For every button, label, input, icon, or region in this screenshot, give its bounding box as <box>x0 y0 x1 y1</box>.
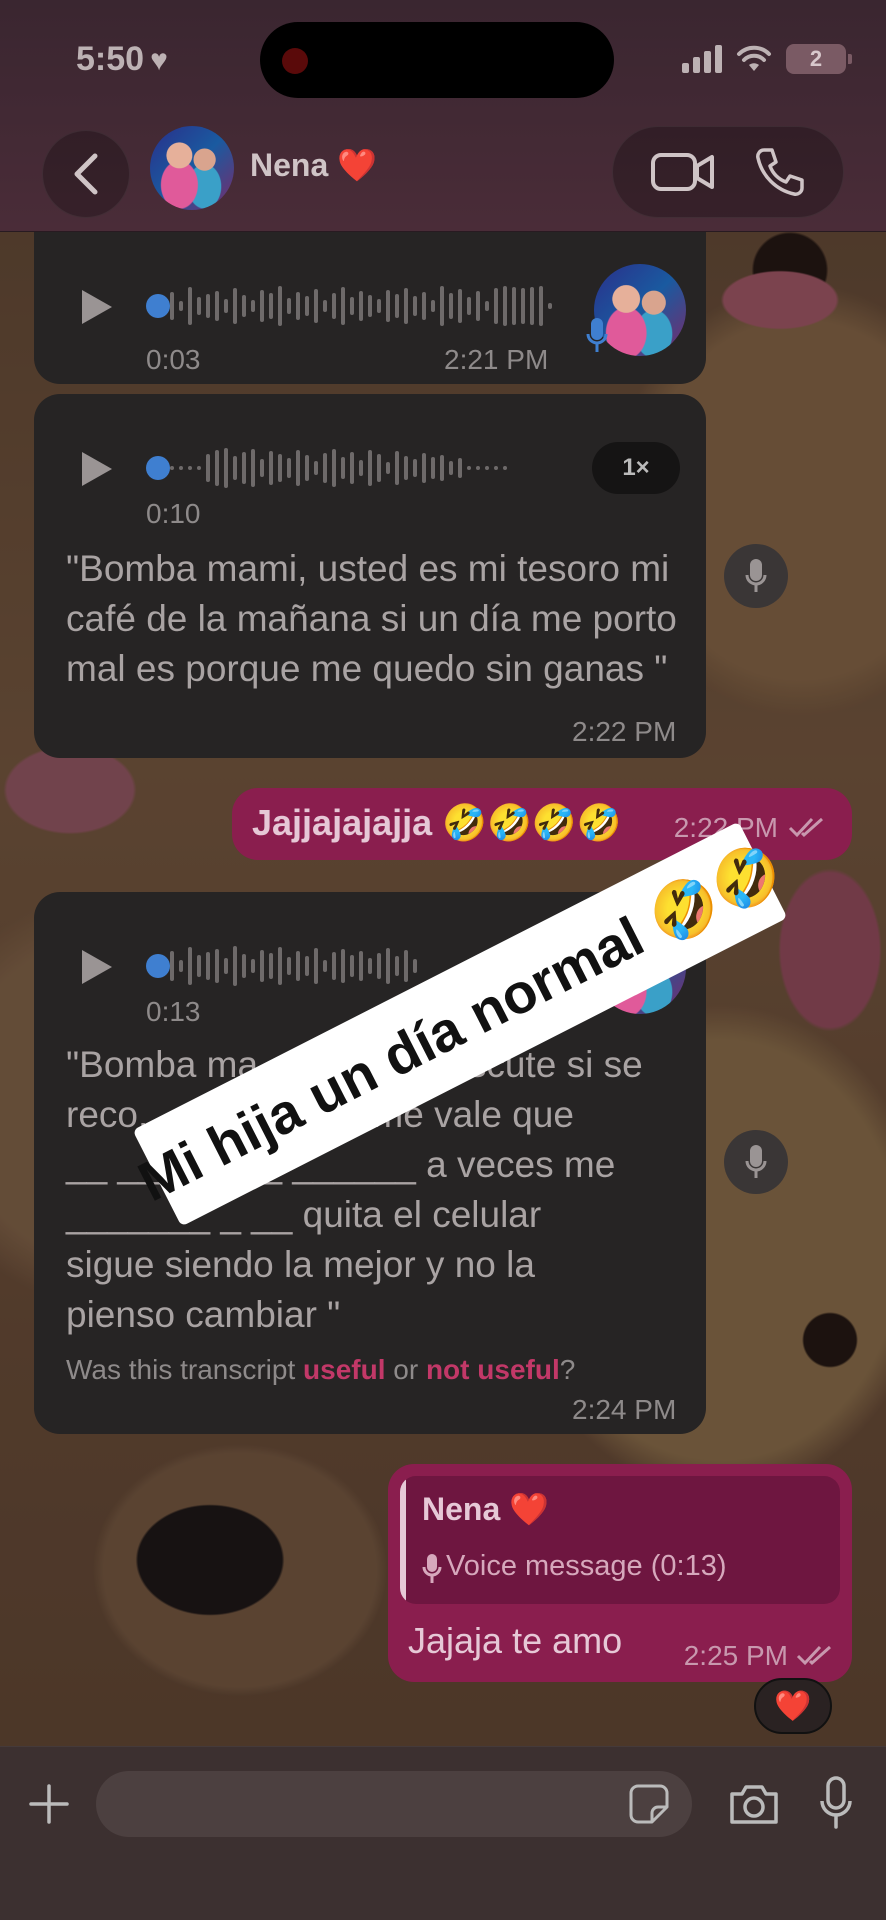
message-input[interactable] <box>96 1771 692 1837</box>
mic-icon <box>820 1776 852 1829</box>
battery-level: 2 <box>809 46 823 71</box>
contact-avatar[interactable] <box>150 126 234 210</box>
message-time: 2:22 PM <box>572 716 677 747</box>
wifi-icon <box>737 45 771 71</box>
contact-name[interactable]: Nena ❤️ <box>250 146 377 184</box>
heart-reaction-badge[interactable]: ❤️ <box>754 1678 832 1734</box>
feedback-prefix: Was this transcript <box>66 1354 304 1385</box>
transcribe-mic-button[interactable] <box>724 544 788 608</box>
mic-icon <box>586 318 608 352</box>
mic-icon <box>745 1145 767 1178</box>
play-icon[interactable] <box>80 450 114 488</box>
playhead-dot[interactable] <box>146 954 170 978</box>
call-actions <box>612 126 844 218</box>
read-receipt-icon <box>796 1645 831 1666</box>
feedback-useful-link[interactable]: useful <box>303 1354 385 1385</box>
transcript-feedback: Was this transcript useful or not useful… <box>66 1354 575 1386</box>
playhead-dot[interactable] <box>146 294 170 318</box>
camera-button[interactable] <box>726 1777 782 1831</box>
transcript-line: pienso cambiar " <box>66 1294 341 1335</box>
heart-icon: ♥ <box>150 44 168 77</box>
sticker-icon <box>629 1784 669 1824</box>
battery-icon: 2 <box>786 44 852 74</box>
message-composer <box>0 1746 886 1920</box>
quoted-text: Voice message (0:13) <box>446 1550 727 1582</box>
outgoing-reply-bubble[interactable]: Nena ❤️ Voice message (0:13) Jajaja te a… <box>388 1464 852 1682</box>
plus-icon <box>29 1784 69 1824</box>
signal-icon <box>682 45 722 73</box>
voice-waveform[interactable] <box>170 446 507 490</box>
play-icon[interactable] <box>80 288 114 326</box>
voice-duration: 0:13 <box>146 996 201 1027</box>
attach-button[interactable] <box>22 1777 76 1831</box>
voice-duration: 0:03 <box>146 344 201 375</box>
chevron-left-icon <box>74 153 98 195</box>
mic-icon <box>745 559 767 592</box>
chat-header: 5:50 ♥ 2 Nena ❤️ <box>0 0 886 232</box>
message-time: 2:24 PM <box>572 1394 677 1425</box>
status-time: 5:50 ♥ <box>76 40 168 79</box>
voice-transcript: "Bomba mami, usted es mi tesoro mi café … <box>66 548 677 689</box>
phone-call-icon[interactable] <box>754 146 806 198</box>
voice-record-button[interactable] <box>808 1771 864 1835</box>
voice-duration: 0:10 <box>146 498 201 529</box>
play-icon[interactable] <box>80 948 114 986</box>
quoted-message[interactable]: Nena ❤️ Voice message (0:13) <box>400 1476 840 1604</box>
read-receipt-icon <box>788 817 823 838</box>
message-time: 2:21 PM <box>444 344 549 375</box>
voice-message-bubble[interactable]: 0:03 2:21 PM <box>34 222 706 384</box>
playhead-dot[interactable] <box>146 456 170 480</box>
feedback-suffix: ? <box>559 1354 576 1385</box>
quoted-sender: Nena ❤️ <box>422 1491 549 1527</box>
dynamic-island <box>260 22 614 98</box>
quote-accent-bar <box>400 1476 406 1604</box>
feedback-not-useful-link[interactable]: not useful <box>426 1354 560 1385</box>
sticker-button[interactable] <box>624 1779 674 1829</box>
voice-waveform[interactable] <box>170 284 552 328</box>
voice-message-bubble[interactable]: 1× 0:10 "Bomba mami, usted es mi tesoro … <box>34 394 706 758</box>
message-time: 2:25 PM <box>683 1640 788 1671</box>
voice-waveform[interactable] <box>170 944 417 988</box>
camera-icon <box>730 1785 778 1824</box>
feedback-or: or <box>385 1354 426 1385</box>
status-indicators: 2 <box>682 44 852 74</box>
message-text: Jajjajajajja 🤣🤣🤣🤣 <box>252 802 622 843</box>
transcript-line: sigue siendo la mejor y no la <box>66 1244 535 1285</box>
video-call-icon[interactable] <box>650 150 716 194</box>
back-button[interactable] <box>42 130 130 218</box>
mic-icon <box>422 1554 442 1583</box>
status-time-text: 5:50 <box>76 40 145 78</box>
playback-speed-button[interactable]: 1× <box>592 442 680 494</box>
camera-dot <box>282 48 308 74</box>
message-text: Jajaja te amo <box>408 1620 623 1661</box>
transcribe-mic-button[interactable] <box>724 1130 788 1194</box>
